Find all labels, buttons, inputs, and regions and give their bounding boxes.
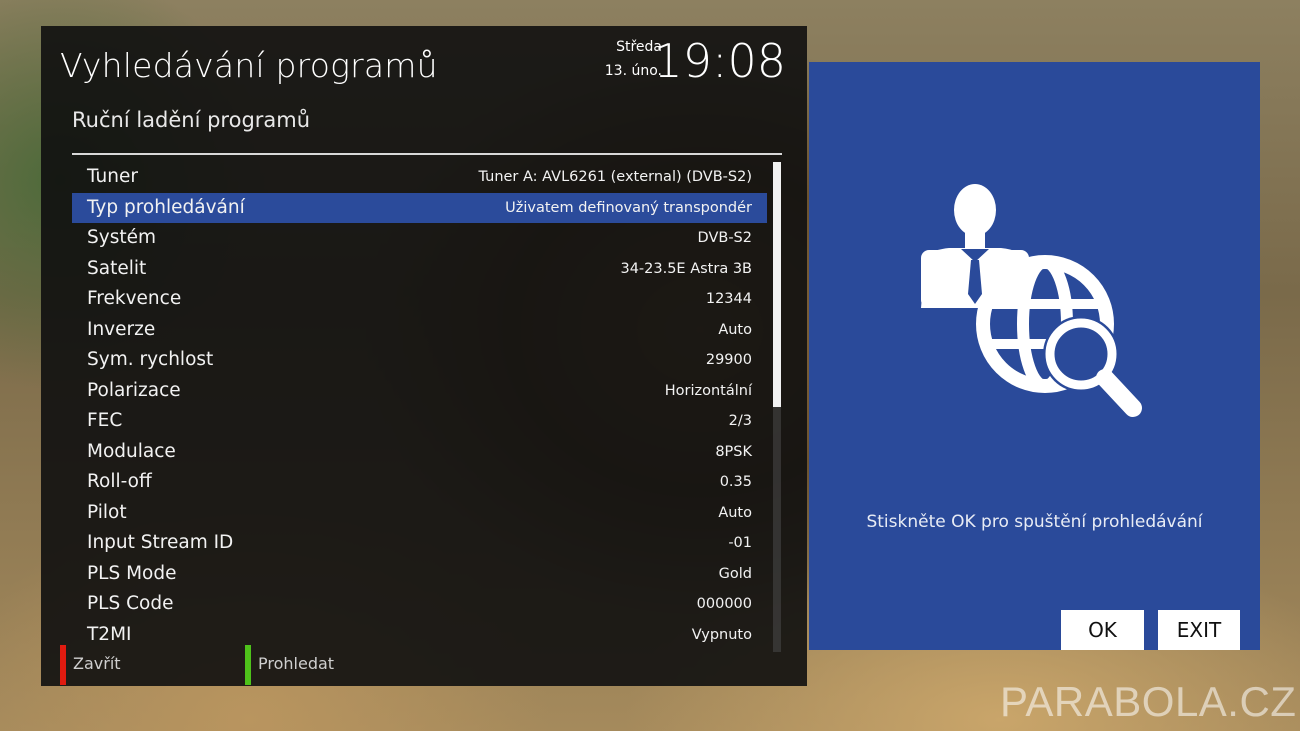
setting-value: -01	[728, 535, 752, 551]
settings-list: Tuner Tuner A: AVL6261 (external) (DVB-S2…	[72, 162, 767, 650]
divider	[72, 153, 782, 155]
setting-row[interactable]: Polarizace Horizontální	[72, 376, 767, 407]
setting-row[interactable]: Pilot Auto	[72, 498, 767, 529]
setting-label: Systém	[87, 227, 156, 248]
setting-label: Sym. rychlost	[87, 349, 214, 370]
setting-value: 0.35	[719, 474, 752, 490]
close-key-label: Zavřít	[73, 654, 121, 673]
setting-value: 34-23.5E Astra 3B	[620, 260, 752, 277]
setting-label: PLS Mode	[87, 562, 177, 584]
setting-value: Uživatem definovaný transpondér	[505, 199, 752, 216]
setting-row[interactable]: Systém DVB-S2	[72, 223, 767, 254]
setting-label: Polarizace	[87, 379, 181, 401]
setting-row[interactable]: Frekvence 12344	[72, 284, 767, 315]
setting-value: 000000	[696, 596, 752, 612]
setting-row[interactable]: Input Stream ID -01	[72, 528, 767, 559]
setting-row[interactable]: FEC 2/3	[72, 406, 767, 437]
scan-panel: Vyhledávání programů Středa 13. úno. 19:…	[41, 26, 807, 686]
setting-label: Modulace	[87, 440, 176, 462]
setting-row[interactable]: Satelit 34-23.5E Astra 3B	[72, 254, 767, 285]
setting-value: Horizontální	[664, 382, 752, 399]
setting-row[interactable]: T2MI Vypnuto	[72, 620, 767, 651]
green-key-icon	[245, 645, 251, 685]
setting-value: DVB-S2	[697, 230, 752, 246]
setting-value: Tuner A: AVL6261 (external) (DVB-S2)	[478, 169, 752, 185]
setting-label: Typ prohledávání	[87, 196, 245, 218]
setting-value: Gold	[718, 565, 752, 582]
red-key-icon	[60, 645, 66, 685]
setting-value: Vypnuto	[691, 626, 752, 643]
setting-value: 8PSK	[715, 443, 752, 460]
setting-label: Roll-off	[87, 471, 152, 492]
setting-label: PLS Code	[87, 593, 174, 614]
user-globe-search-icon	[921, 184, 1142, 417]
setting-label: Frekvence	[87, 288, 182, 309]
setting-row[interactable]: PLS Code 000000	[72, 589, 767, 620]
setting-label: Pilot	[87, 501, 127, 523]
page-subtitle: Ruční ladění programů	[72, 108, 311, 132]
ok-button[interactable]: OK	[1061, 610, 1144, 650]
setting-label: Inverze	[87, 318, 156, 340]
side-panel: Stiskněte OK pro spuštění prohledávání O…	[809, 62, 1260, 650]
scan-key-label: Prohledat	[258, 654, 335, 673]
setting-row[interactable]: Roll-off 0.35	[72, 467, 767, 498]
scrollbar[interactable]	[773, 162, 781, 652]
setting-value: Auto	[718, 321, 752, 338]
scan-hint: Stiskněte OK pro spuštění prohledávání	[866, 512, 1203, 532]
setting-value: 29900	[705, 352, 752, 368]
scrollbar-thumb[interactable]	[773, 162, 781, 407]
setting-label: Input Stream ID	[87, 532, 234, 553]
setting-value: 2/3	[728, 413, 752, 429]
clock-time: 19:08	[653, 34, 786, 88]
setting-label: Tuner	[87, 166, 138, 187]
setting-row[interactable]: Modulace 8PSK	[72, 437, 767, 468]
watermark-logo: PARABOLA.CZ	[1000, 678, 1297, 725]
setting-label: T2MI	[87, 623, 132, 645]
setting-label: Satelit	[87, 257, 147, 279]
setting-row[interactable]: Inverze Auto	[72, 315, 767, 346]
exit-button[interactable]: EXIT	[1158, 610, 1240, 650]
setting-row[interactable]: Sym. rychlost 29900	[72, 345, 767, 376]
setting-value: 12344	[705, 291, 752, 307]
setting-value: Auto	[718, 504, 752, 521]
page-title: Vyhledávání programů	[60, 46, 438, 85]
setting-row[interactable]: PLS Mode Gold	[72, 559, 767, 590]
setting-row[interactable]: Typ prohledávání Uživatem definovaný tran…	[72, 192, 767, 223]
setting-row[interactable]: Tuner Tuner A: AVL6261 (external) (DVB-S2…	[72, 162, 767, 193]
setting-label: FEC	[87, 410, 123, 431]
